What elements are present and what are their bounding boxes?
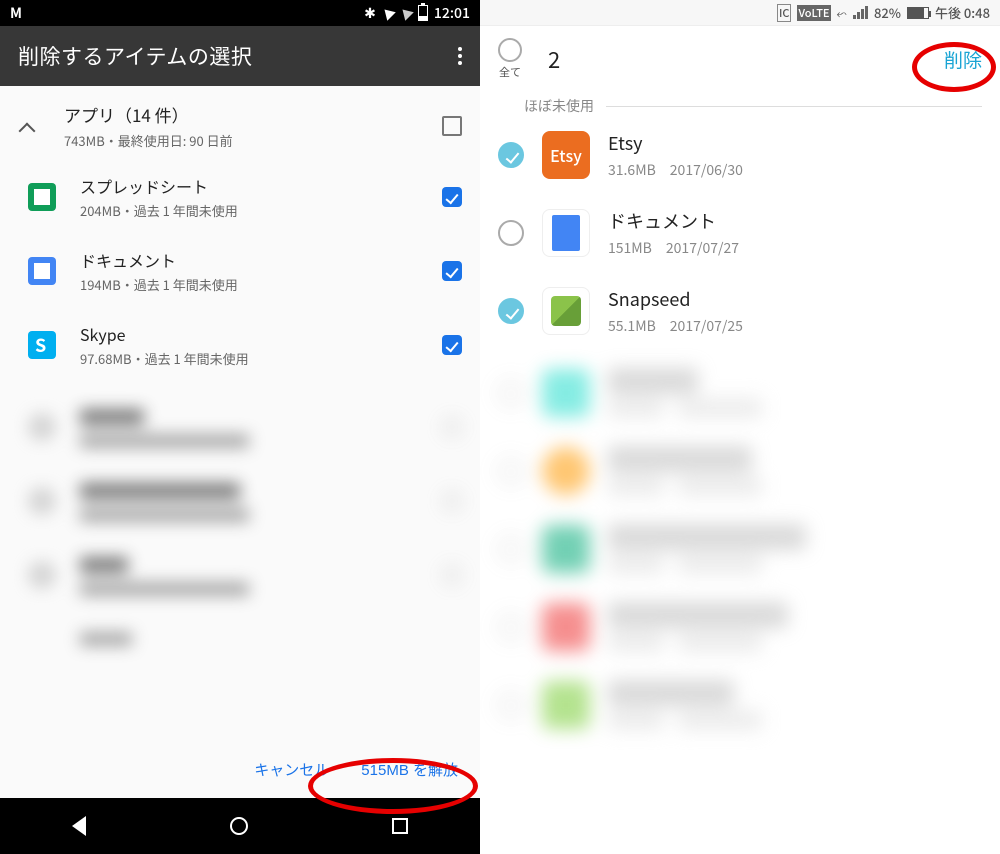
app-detail: 204MB・過去 1 年間未使用: [80, 201, 442, 220]
nav-home-icon[interactable]: [230, 817, 248, 835]
app-date: 2017/07/27: [666, 238, 739, 258]
overflow-menu-icon[interactable]: [458, 47, 462, 65]
app-size: 151MB: [608, 238, 652, 258]
signal-icon: [398, 5, 414, 21]
blurred-rows: █████████████████ ██████████████████████…: [80, 390, 480, 662]
bluetooth-icon: ✱: [364, 3, 376, 23]
free-space-button[interactable]: 515MB を解放: [361, 759, 458, 780]
ic-card-icon: IC: [777, 4, 792, 22]
app-name: Snapseed: [608, 286, 982, 312]
app-size: 55.1MB: [608, 316, 656, 336]
checkbox-unchecked[interactable]: [498, 220, 524, 246]
checkbox-checked[interactable]: [442, 261, 462, 281]
app-name: ドキュメント: [608, 208, 982, 234]
section-label: ほぼ未使用: [524, 96, 594, 116]
checkbox-checked[interactable]: [442, 335, 462, 355]
app-name: Skype: [80, 322, 442, 346]
signal-icon: [853, 6, 868, 19]
app-name: ドキュメント: [80, 248, 442, 272]
chevron-up-icon: [18, 119, 36, 137]
app-row-docs[interactable]: ドキュメント 194MB・過去 1 年間未使用: [80, 234, 480, 308]
app-row-documents[interactable]: ドキュメント 151MB 2017/07/27: [480, 194, 1000, 272]
gmail-icon: M: [10, 3, 22, 23]
clock: 午後 0:48: [935, 3, 990, 22]
phone-right: IC VoLTE ⬿ 82% 午後 0:48 全て 2 削除 ほぼ未使用 Ets…: [480, 0, 1000, 854]
checkbox-checked[interactable]: [498, 298, 524, 324]
action-bar: キャンセル 515MB を解放: [0, 745, 480, 794]
skype-icon: [28, 331, 56, 359]
checkbox-checked[interactable]: [442, 187, 462, 207]
checkbox-checked[interactable]: [498, 142, 524, 168]
cancel-button[interactable]: キャンセル: [254, 759, 329, 780]
battery-icon: [907, 7, 929, 19]
app-size: 31.6MB: [608, 160, 656, 180]
category-subtitle: 743MB・最終使用日: 90 日前: [64, 131, 442, 150]
select-all-checkbox[interactable]: [442, 116, 462, 136]
blurred-rows: ███████████████ ██████████████████ █████…: [480, 354, 1000, 744]
select-all-label: 全て: [499, 64, 521, 80]
section-header: ほぼ未使用: [480, 92, 1000, 116]
battery-percent: 82%: [874, 3, 901, 22]
app-name: Etsy: [608, 130, 982, 156]
app-row-sheets[interactable]: スプレッドシート 204MB・過去 1 年間未使用: [80, 160, 480, 234]
appbar-title: 削除するアイテムの選択: [18, 41, 252, 71]
status-bar: IC VoLTE ⬿ 82% 午後 0:48: [480, 0, 1000, 26]
category-header[interactable]: アプリ（14 件） 743MB・最終使用日: 90 日前: [0, 86, 480, 160]
docs-icon: [542, 209, 590, 257]
app-detail: 194MB・過去 1 年間未使用: [80, 275, 442, 294]
app-row-etsy[interactable]: Etsy Etsy 31.6MB 2017/06/30: [480, 116, 1000, 194]
category-title: アプリ（14 件）: [64, 102, 442, 127]
nav-back-icon[interactable]: [72, 816, 86, 836]
wifi-icon: ⬿: [837, 3, 847, 22]
status-bar: M ✱ 12:01: [0, 0, 480, 26]
app-row-skype[interactable]: Skype 97.68MB・過去 1 年間未使用: [80, 308, 480, 382]
wifi-icon: [380, 5, 396, 21]
select-all-button[interactable]: 全て: [498, 38, 522, 80]
app-date: 2017/07/25: [670, 316, 743, 336]
docs-icon: [28, 257, 56, 285]
clock: 12:01: [434, 3, 470, 23]
app-name: スプレッドシート: [80, 174, 442, 198]
circle-icon: [498, 38, 522, 62]
snapseed-icon: [542, 287, 590, 335]
nav-bar: [0, 798, 480, 854]
app-detail: 97.68MB・過去 1 年間未使用: [80, 349, 442, 368]
app-bar: 削除するアイテムの選択: [0, 26, 480, 86]
app-date: 2017/06/30: [670, 160, 743, 180]
delete-button[interactable]: 削除: [944, 46, 982, 73]
volte-icon: VoLTE: [797, 5, 830, 21]
selected-count: 2: [548, 43, 560, 75]
nav-recents-icon[interactable]: [392, 818, 408, 834]
battery-icon: [418, 5, 428, 21]
app-bar: 全て 2 削除: [480, 26, 1000, 92]
etsy-icon: Etsy: [542, 131, 590, 179]
phone-left: M ✱ 12:01 削除するアイテムの選択 アプリ（14 件） 743MB・最終…: [0, 0, 480, 854]
sheets-icon: [28, 183, 56, 211]
app-row-snapseed[interactable]: Snapseed 55.1MB 2017/07/25: [480, 272, 1000, 350]
